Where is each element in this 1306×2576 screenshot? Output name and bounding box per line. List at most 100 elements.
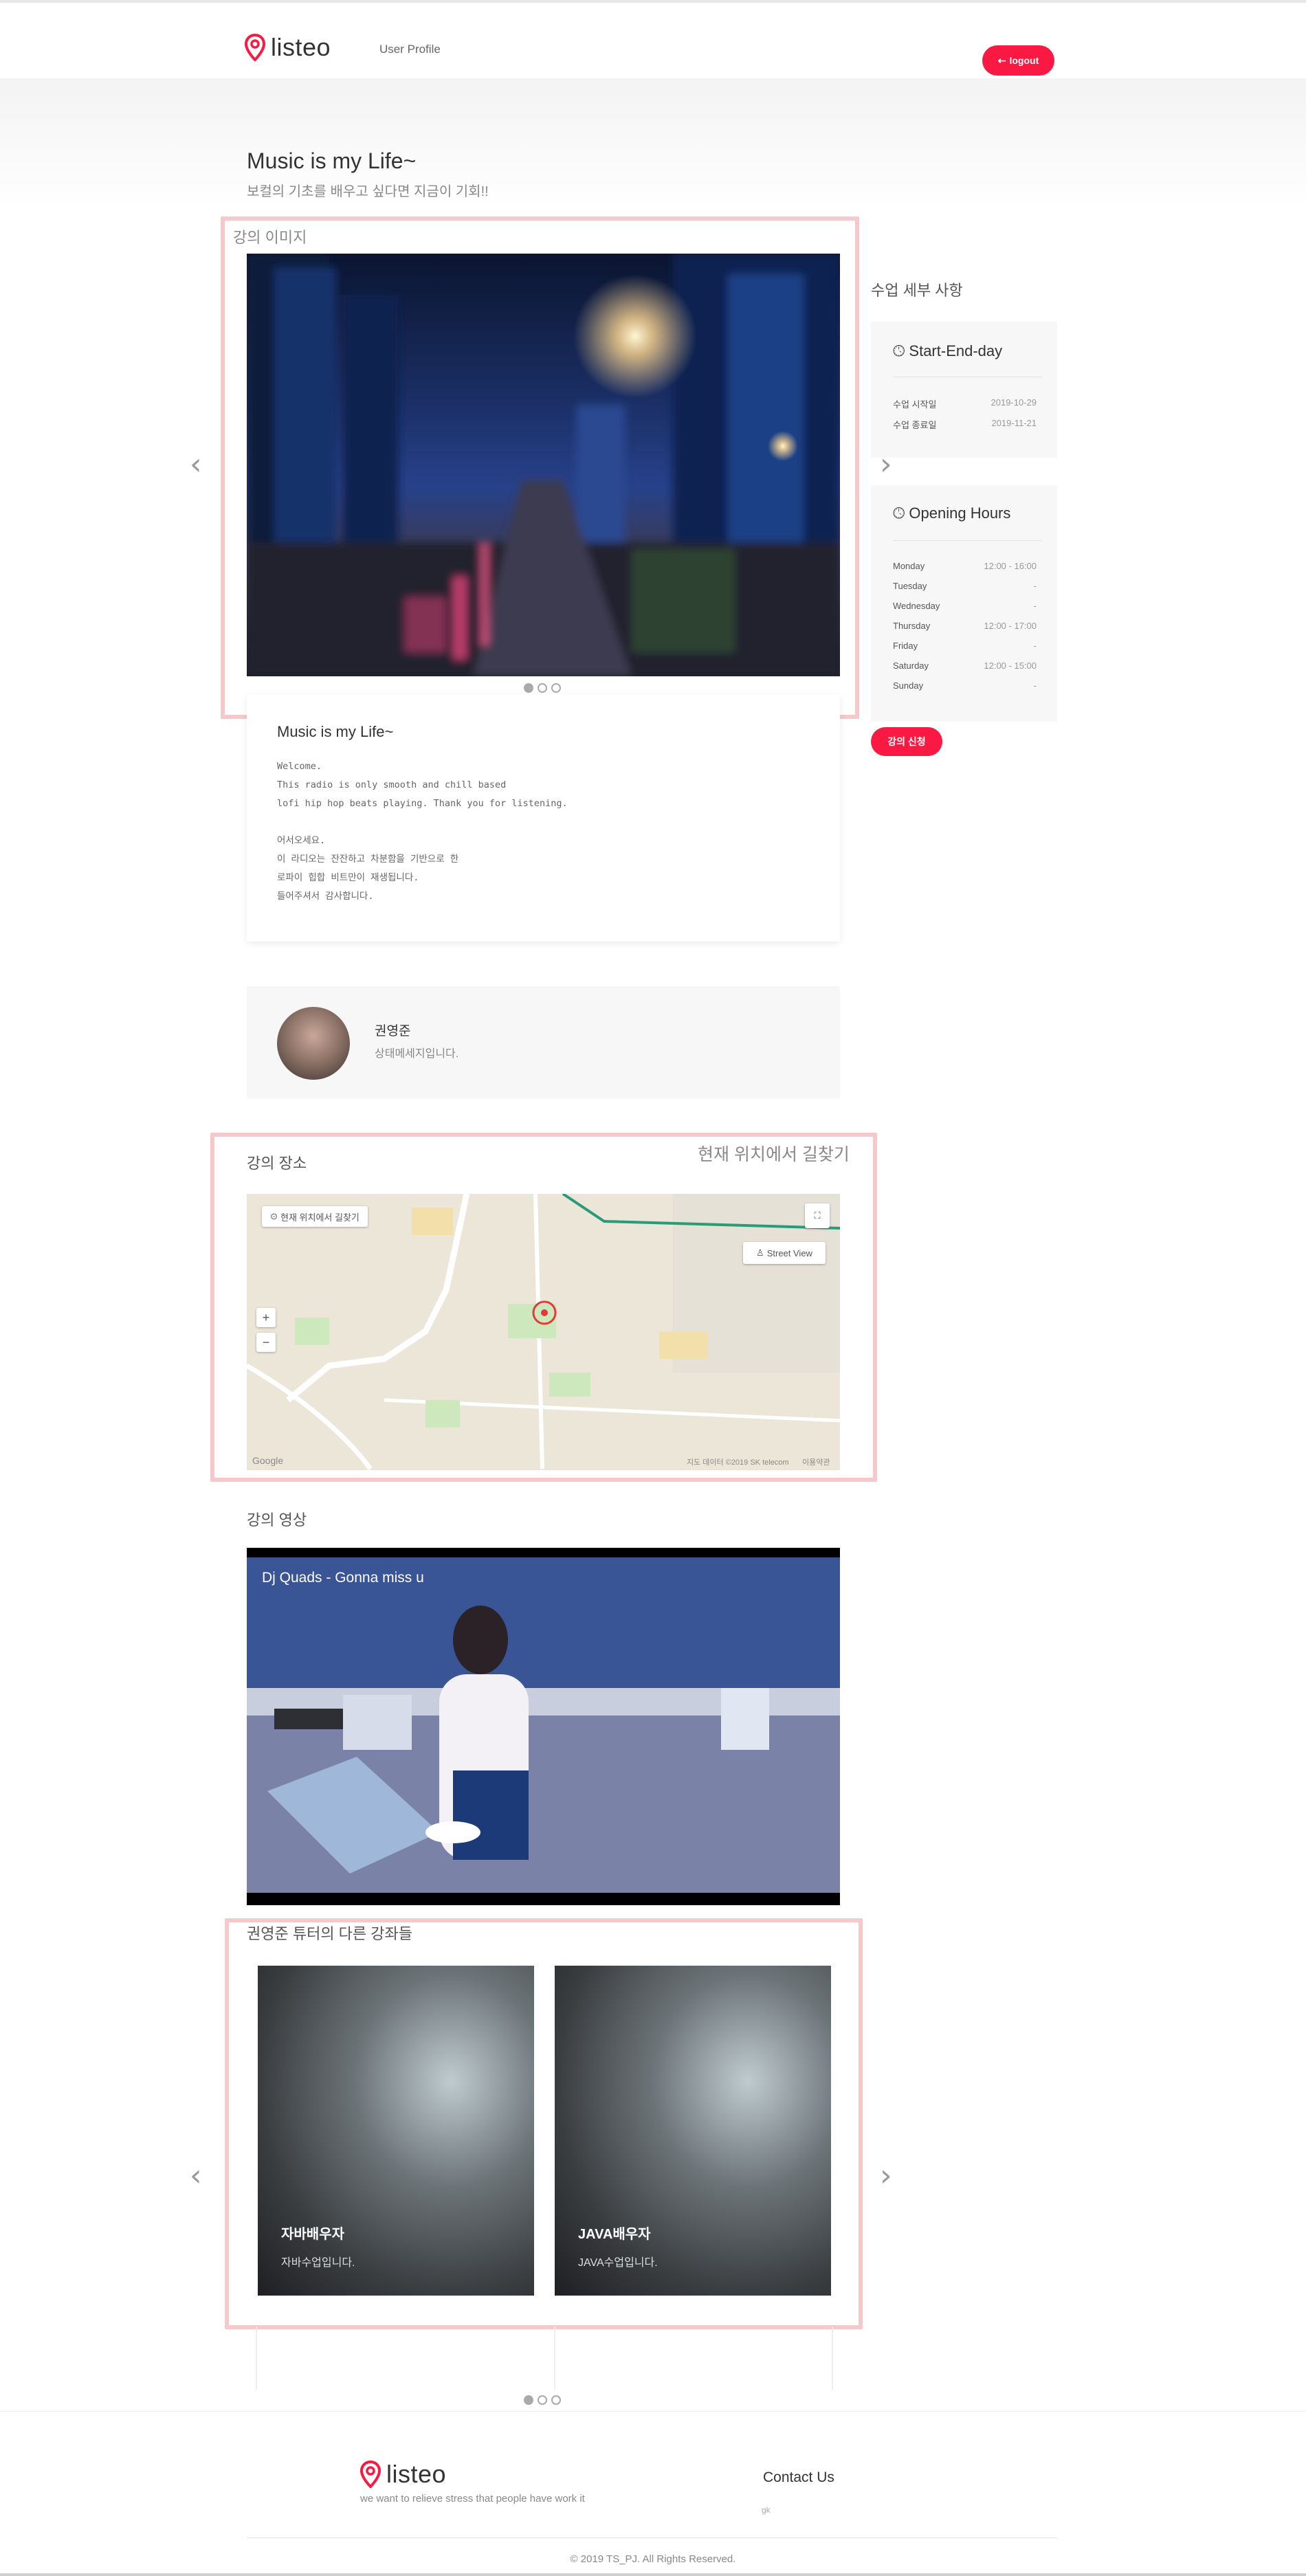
day-hours: 12:00 - 15:00 — [984, 660, 1037, 671]
logout-button[interactable]: ⇠ logout — [982, 45, 1054, 76]
date-row: 수업 시작일 2019-10-29 — [893, 397, 1037, 410]
course-image[interactable] — [247, 254, 840, 676]
apply-button[interactable]: 강의 신청 — [871, 727, 942, 756]
clock-icon: 🕓︎ — [893, 342, 905, 359]
date-row: 수업 종료일 2019-11-21 — [893, 418, 1037, 431]
start-end-heading: 🕓︎ Start-End-day — [893, 342, 1002, 360]
top-header: listeo User Profile ⇠ logout — [0, 0, 1306, 78]
logo[interactable]: listeo — [245, 33, 331, 62]
courses-next-arrow[interactable]: › — [880, 2158, 892, 2193]
slider-dot[interactable] — [551, 683, 561, 693]
hours-row: Wednesday - — [893, 601, 1037, 611]
map-my-location-label: 현재 위치에서 길찾기 — [280, 1212, 359, 1223]
course-desc: 자바수업입니다. — [281, 2257, 355, 2269]
clock-icon: 🕓︎ — [893, 504, 905, 522]
description-body: Welcome. This radio is only smooth and c… — [277, 761, 568, 902]
description-title: Music is my Life~ — [277, 723, 394, 740]
course-card[interactable]: JAVA배우자 JAVA수업입니다. — [555, 1966, 831, 2296]
map-my-location-button[interactable]: ⊙ 현재 위치에서 길찾기 — [262, 1206, 368, 1227]
divider — [893, 540, 1042, 541]
day-hours: - — [1033, 641, 1037, 651]
map-zoom-out-label: − — [262, 1335, 270, 1349]
city-night-photo — [247, 254, 840, 676]
fullscreen-icon: ⛶ — [814, 1210, 821, 1221]
day-name: Wednesday — [893, 601, 940, 611]
page-title: Music is my Life~ — [247, 148, 417, 173]
day-name: Tuesday — [893, 581, 927, 591]
hours-row: Tuesday - — [893, 581, 1037, 591]
hours-row: Saturday 12:00 - 15:00 — [893, 660, 1037, 671]
directions-link[interactable]: 현재 위치에서 길찾기 — [698, 1141, 850, 1166]
copyright: © 2019 TS_PJ. All Rights Reserved. — [570, 2553, 736, 2565]
bottom-scroll-bar — [0, 2573, 1306, 2576]
tutor-status: 상태메세지입니다. — [375, 1048, 459, 1060]
footer-logo[interactable]: listeo — [360, 2460, 446, 2489]
nav-user-profile[interactable]: User Profile — [379, 43, 441, 56]
header-band — [0, 78, 1306, 209]
course-name: 자바배우자 — [281, 2227, 344, 2242]
slider-dot[interactable] — [538, 683, 547, 693]
map-zoom-out-button[interactable]: − — [256, 1333, 276, 1352]
description-card: Music is my Life~ Welcome. This radio is… — [247, 694, 840, 942]
target-icon: ⊙ — [270, 1211, 278, 1221]
courses-dots — [524, 2395, 561, 2405]
hours-row: Monday 12:00 - 16:00 — [893, 561, 1037, 571]
day-name: Sunday — [893, 680, 924, 691]
map[interactable]: ⊙ 현재 위치에서 길찾기 ⛶ ♙ Street View + − Google… — [247, 1194, 840, 1470]
video-label: 강의 영상 — [247, 1511, 307, 1529]
course-card-shadow — [554, 2327, 555, 2390]
courses-dot[interactable] — [524, 2395, 533, 2405]
course-name: JAVA배우자 — [578, 2227, 651, 2242]
tutor-card[interactable]: 권영준 상태메세지입니다. — [247, 986, 840, 1098]
course-desc: JAVA수업입니다. — [578, 2257, 658, 2269]
map-tiles — [247, 1194, 840, 1470]
footer-logo-text: listeo — [386, 2460, 447, 2488]
footer-contact-info: gk — [762, 2505, 771, 2515]
day-hours: - — [1033, 581, 1037, 591]
location-label: 강의 장소 — [247, 1155, 307, 1172]
video-frame — [247, 1557, 840, 1893]
hours-row: Sunday - — [893, 680, 1037, 691]
map-pin-icon — [360, 2461, 381, 2488]
logout-icon: ⇠ — [997, 54, 1006, 66]
footer-tagline: we want to relieve stress that people ha… — [360, 2493, 585, 2505]
hours-row: Friday - — [893, 641, 1037, 651]
start-end-heading-text: Start-End-day — [909, 342, 1003, 359]
hours-row: Thursday 12:00 - 17:00 — [893, 621, 1037, 631]
page-subtitle: 보컬의 기초를 배우고 싶다면 지금이 기회!! — [247, 184, 489, 199]
logo-text: listeo — [271, 33, 331, 61]
map-logo: Google — [252, 1455, 284, 1466]
video-thumbnail — [247, 1557, 840, 1893]
course-card[interactable]: 자바배우자 자바수업입니다. — [258, 1966, 534, 2296]
logout-label: logout — [1009, 55, 1039, 66]
street-view-button[interactable]: ♙ Street View — [743, 1242, 826, 1264]
slider-dots — [524, 683, 561, 693]
other-courses-label: 권영준 튜터의 다른 강좌들 — [247, 1925, 412, 1942]
date-key: 수업 시작일 — [893, 399, 937, 410]
map-fullscreen-button[interactable]: ⛶ — [805, 1203, 830, 1228]
pegman-icon: ♙ — [756, 1247, 764, 1258]
courses-dot[interactable] — [538, 2395, 547, 2405]
video-player[interactable]: Dj Quads - Gonna miss u — [247, 1548, 840, 1905]
sidebar-title: 수업 세부 사항 — [871, 282, 963, 299]
day-name: Monday — [893, 561, 925, 571]
map-zoom-in-label: + — [262, 1310, 270, 1324]
day-name: Saturday — [893, 660, 929, 671]
slider-dot[interactable] — [524, 683, 533, 693]
courses-dot[interactable] — [551, 2395, 561, 2405]
start-end-box: 🕓︎ Start-End-day 수업 시작일 2019-10-29 수업 종료… — [871, 322, 1057, 458]
tutor-name: 권영준 — [375, 1024, 411, 1039]
day-hours: 12:00 - 16:00 — [984, 561, 1037, 571]
opening-hours-heading-text: Opening Hours — [909, 504, 1011, 522]
image-section-label: 강의 이미지 — [233, 229, 307, 246]
map-copyright: 지도 데이터 ©2019 SK telecom — [687, 1458, 789, 1467]
course-card-shadow — [256, 2327, 257, 2390]
day-hours: 12:00 - 17:00 — [984, 621, 1037, 631]
courses-prev-arrow[interactable]: ‹ — [190, 2158, 202, 2193]
video-title: Dj Quads - Gonna miss u — [262, 1570, 424, 1586]
slider-prev-arrow[interactable]: ‹ — [190, 447, 202, 482]
map-zoom-in-button[interactable]: + — [256, 1308, 276, 1327]
map-terms[interactable]: 이용약관 — [802, 1456, 830, 1467]
street-view-label: Street View — [766, 1247, 812, 1258]
day-name: Thursday — [893, 621, 931, 631]
